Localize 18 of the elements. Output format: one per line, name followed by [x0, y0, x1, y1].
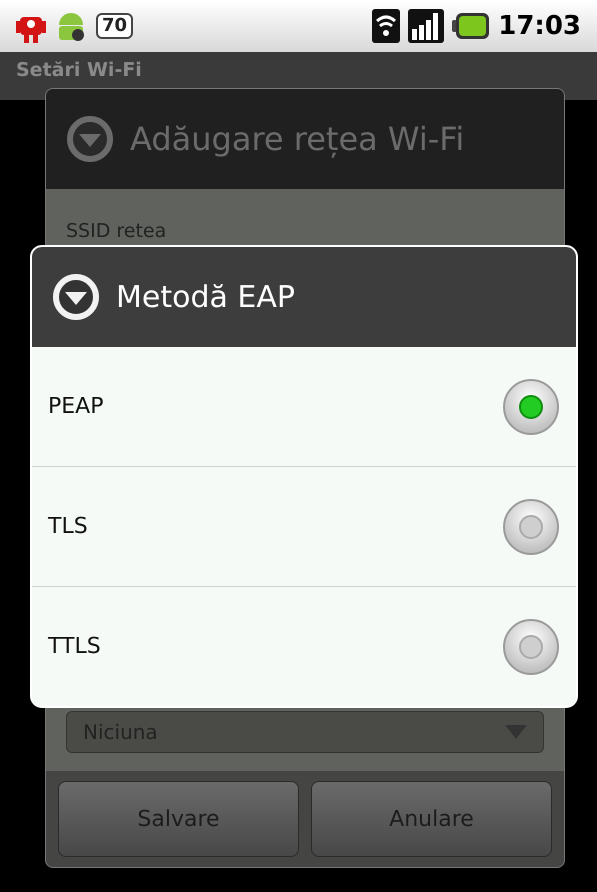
option-row[interactable]: TLS [32, 467, 576, 587]
screen-title: Setări Wi-Fi [16, 59, 142, 81]
option-row[interactable]: PEAP [32, 347, 576, 467]
popup-title: Metodă EAP [116, 278, 295, 316]
dropdown-circle-icon [66, 115, 114, 163]
battery-level-badge: 70 [96, 13, 134, 39]
radio-button-icon[interactable] [502, 498, 560, 556]
signal-icon [408, 9, 444, 43]
wifi-icon [372, 9, 400, 43]
dialog-title: Adăugare rețea Wi-Fi [130, 119, 464, 160]
ssid-label: SSID retea [66, 219, 166, 244]
battery-icon [452, 11, 490, 41]
radio-button-icon[interactable] [502, 618, 560, 676]
clock-time: 17:03 [498, 10, 581, 42]
option-row[interactable]: TTLS [32, 587, 576, 706]
dropdown-circle-icon [52, 273, 100, 321]
radio-button-icon[interactable] [502, 378, 560, 436]
caret-icon [505, 725, 527, 739]
